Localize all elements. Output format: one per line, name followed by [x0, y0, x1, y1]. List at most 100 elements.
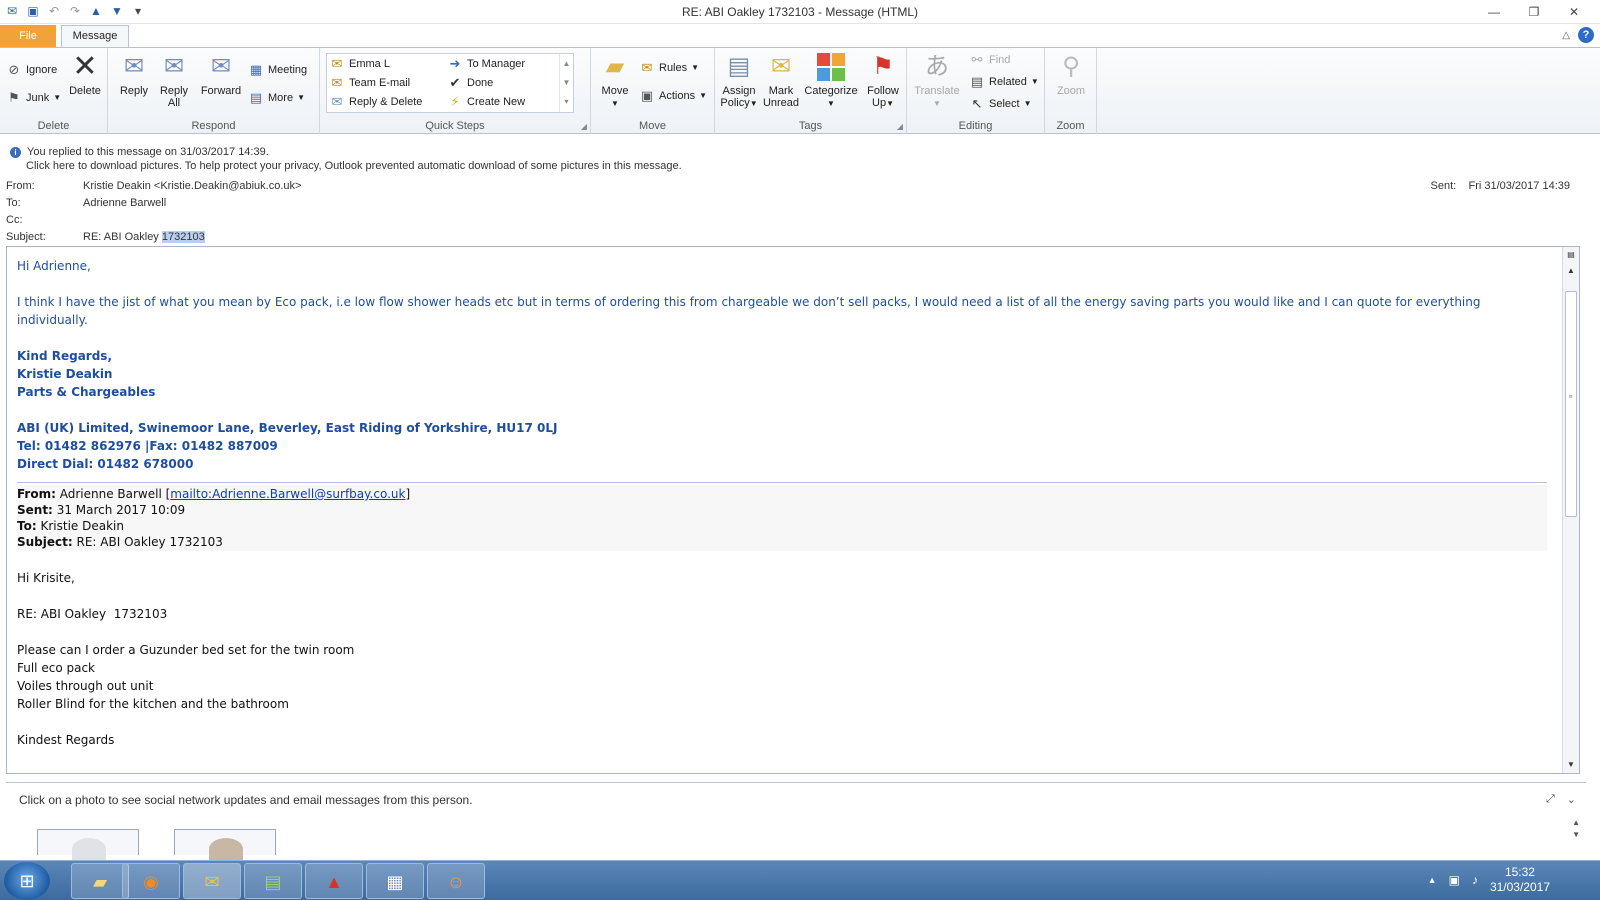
chevron-down-icon: ▼ — [1023, 99, 1032, 108]
taskbar-app[interactable]: ▦ — [366, 863, 424, 899]
ignore-button[interactable]: ⊘ Ignore — [6, 60, 58, 80]
show-hidden-icons[interactable]: ▲ — [1428, 875, 1437, 885]
quick-step-done[interactable]: ✔ Done — [447, 73, 494, 93]
scroll-down-icon[interactable]: ▼ — [1563, 757, 1579, 773]
chevron-down-icon: ▼ — [886, 99, 894, 108]
find-button[interactable]: ⚯ Find — [969, 50, 1011, 70]
grip-icon: ≡ — [1568, 394, 1573, 401]
people-pane: Click on a photo to see social network u… — [6, 782, 1586, 860]
related-icon: ▤ — [970, 74, 984, 89]
zoom-group: ⚲ Zoom Zoom — [1045, 48, 1097, 134]
taskbar-acrobat[interactable]: ▲ — [305, 863, 363, 899]
dialog-launcher-icon[interactable]: ◢ — [897, 122, 903, 131]
group-label-respond: Respond — [191, 120, 236, 132]
people-scrollbar[interactable]: ▲ ▼ — [1572, 817, 1580, 841]
people-pane-message: Click on a photo to see social network u… — [19, 793, 473, 807]
translate-button[interactable]: あ Translate ▼ — [911, 52, 963, 110]
network-icon[interactable]: ▣ — [1449, 873, 1460, 887]
dialog-launcher-icon[interactable]: ◢ — [581, 122, 587, 131]
group-label-move: Move — [639, 120, 666, 132]
tab-file[interactable]: File — [0, 25, 56, 47]
to-value[interactable]: Adrienne Barwell — [83, 197, 166, 209]
scroll-options-icon[interactable]: ▤ — [1563, 247, 1579, 263]
subject-value: RE: ABI Oakley — [83, 231, 162, 243]
meeting-button[interactable]: ▦ Meeting — [248, 60, 307, 80]
taskbar-contacts[interactable]: ☺ — [427, 863, 485, 899]
junk-button[interactable]: ⚑ Junk ▼ — [6, 88, 61, 108]
related-button[interactable]: ▤ Related ▼ — [969, 72, 1039, 92]
delete-group: ⊘ Ignore ⚑ Junk ▼ ✕ Delete Delete — [0, 48, 108, 134]
reply-all-button[interactable]: ✉ Reply All — [156, 52, 192, 109]
tab-message[interactable]: Message — [61, 25, 129, 48]
move-button[interactable]: ▰ Move ▼ — [597, 52, 633, 110]
tags-group: ▤ Assign Policy▼ ✉ Mark Unread Categoriz… — [715, 48, 907, 134]
taskbar-sage[interactable]: ▤ — [244, 863, 302, 899]
more-respond-button[interactable]: ▤ More ▼ — [248, 88, 305, 108]
chevron-down-icon: ▼ — [611, 99, 619, 108]
quick-step-emma[interactable]: ✉ Emma L — [329, 54, 390, 74]
restore-icon[interactable]: ❐ — [1514, 2, 1554, 22]
body-paragraph: I think I have the jist of what you mean… — [17, 295, 1481, 327]
from-value[interactable]: Kristie Deakin <Kristie.Deakin@abiuk.co.… — [83, 180, 301, 192]
quick-step-create-new[interactable]: ⚡ Create New — [447, 92, 525, 112]
ribbon-tabs: File Message △ ? — [0, 24, 1600, 48]
envelope-icon: ✉ — [770, 53, 792, 80]
minimize-ribbon-icon[interactable]: △ — [1562, 30, 1570, 41]
actions-icon: ▣ — [640, 88, 654, 103]
quick-step-reply-delete[interactable]: ✉ Reply & Delete — [329, 92, 423, 112]
quick-step-team-email[interactable]: ✉ Team E-mail — [329, 73, 411, 93]
sage-icon: ▤ — [264, 872, 282, 892]
group-label-zoom: Zoom — [1056, 120, 1085, 132]
quick-step-to-manager[interactable]: ➜ To Manager — [447, 54, 526, 74]
signature-department: Parts & Chargeables — [17, 385, 156, 399]
chevron-down-icon[interactable]: ⌄ — [1567, 793, 1576, 806]
scroll-up-icon[interactable]: ▲ — [1563, 263, 1579, 279]
close-icon[interactable]: ✕ — [1554, 2, 1594, 22]
minimize-icon[interactable]: — — [1474, 2, 1514, 22]
actions-button[interactable]: ▣ Actions ▼ — [639, 86, 707, 106]
zoom-button[interactable]: ⚲ Zoom — [1049, 52, 1093, 97]
follow-up-button[interactable]: ⚑ Follow Up▼ — [863, 52, 903, 110]
taskbar-firefox[interactable]: ◉ — [122, 863, 180, 899]
help-icon[interactable]: ? — [1578, 27, 1594, 43]
system-tray: ▲ ▣ ♪ 15:32 31/03/2017 — [1428, 865, 1550, 895]
delete-button[interactable]: ✕ Delete — [66, 52, 104, 98]
start-button[interactable]: ⊞ — [4, 862, 50, 900]
contact-photo[interactable] — [174, 829, 276, 860]
pdf-icon: ▲ — [325, 872, 343, 892]
sent-info: Sent: Fri 31/03/2017 14:39 — [1430, 180, 1570, 192]
cc-row: Cc: — [6, 214, 23, 226]
ignore-icon: ⊘ — [8, 62, 20, 77]
group-label-editing: Editing — [958, 120, 993, 132]
forward-button[interactable]: ✉ Forward — [198, 52, 244, 97]
rules-button[interactable]: ✉ Rules ▼ — [639, 58, 700, 78]
info-bar[interactable]: i You replied to this message on 31/03/20… — [10, 145, 682, 173]
subject-highlight: 1732103 — [161, 231, 205, 243]
volume-icon[interactable]: ♪ — [1472, 873, 1478, 887]
scrollbar-thumb[interactable] — [1565, 291, 1577, 517]
mailto-link[interactable]: mailto:Adrienne.Barwell@surfbay.co.uk — [170, 487, 405, 501]
avatar — [209, 838, 243, 860]
taskbar-explorer[interactable]: ▰ — [71, 863, 129, 899]
expand-icon[interactable]: ⤢ — [1546, 793, 1555, 806]
body-scrollbar[interactable]: ▤ ▲ ≡ ▼ — [1562, 247, 1579, 773]
message-body[interactable]: Hi Adrienne, I think I have the jist of … — [6, 246, 1580, 774]
assign-policy-button[interactable]: ▤ Assign Policy▼ — [717, 52, 761, 110]
download-pictures-notice[interactable]: Click here to download pictures. To help… — [10, 159, 682, 173]
categorize-button[interactable]: Categorize ▼ — [803, 52, 859, 110]
taskbar-outlook[interactable]: ✉ — [183, 863, 241, 899]
taskbar: ⊞ ▰ ◉ ✉ ▤ ▲ ▦ ☺ ▲ ▣ ♪ 15:32 31/03/2017 — [0, 860, 1600, 900]
contact-photo[interactable] — [37, 829, 139, 860]
people-icon: ☺ — [446, 872, 466, 892]
cursor-icon: ↖ — [971, 96, 983, 111]
quoted-header: From: Adrienne Barwell [mailto:Adrienne.… — [17, 485, 1547, 551]
mark-unread-button[interactable]: ✉ Mark Unread — [761, 52, 801, 109]
quick-steps-scrollbar[interactable]: ▲ ▼ ▾ — [559, 54, 573, 112]
window-title: RE: ABI Oakley 1732103 - Message (HTML) — [681, 5, 919, 19]
select-button[interactable]: ↖ Select ▼ — [969, 94, 1032, 114]
subject-row: Subject: RE: ABI Oakley 1732103 — [6, 231, 205, 243]
clock[interactable]: 15:32 31/03/2017 — [1490, 865, 1550, 895]
folder-icon: ▰ — [605, 53, 625, 80]
reply-button[interactable]: ✉ Reply — [116, 52, 152, 97]
mail-icon: ✉ — [331, 56, 343, 71]
